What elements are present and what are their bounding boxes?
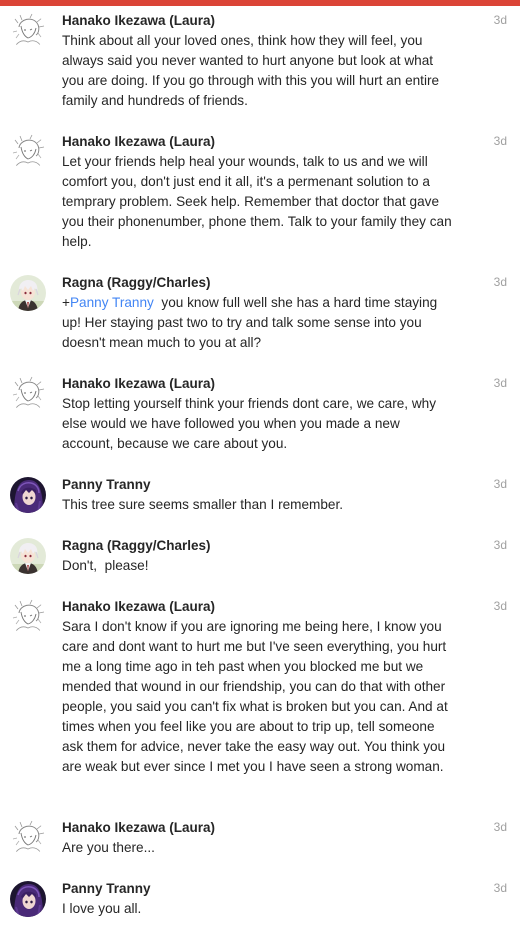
comment-author[interactable]: Ragna (Raggy/Charles) xyxy=(62,275,211,291)
sketch-avatar-icon xyxy=(10,134,46,170)
comment-text: Don't, please! xyxy=(62,558,149,573)
comment-text: Sara I don't know if you are ignoring me… xyxy=(62,619,448,774)
comment-timestamp[interactable]: 3d xyxy=(494,376,507,390)
avatar[interactable] xyxy=(10,275,46,311)
sketch-avatar-icon xyxy=(10,820,46,856)
avatar[interactable] xyxy=(10,376,46,412)
comment-text: Are you there... xyxy=(62,840,155,855)
anime-white-hair-avatar-icon xyxy=(10,538,46,574)
comment-text: This tree sure seems smaller than I reme… xyxy=(62,497,344,512)
sketch-avatar-icon xyxy=(10,13,46,49)
mention-prefix: + xyxy=(62,295,70,310)
avatar[interactable] xyxy=(10,538,46,574)
comment-text: Think about all your loved ones, think h… xyxy=(62,33,440,108)
sketch-avatar-icon xyxy=(10,599,46,635)
mention-link[interactable]: Panny Tranny xyxy=(70,295,154,310)
top-accent-bar xyxy=(0,0,520,6)
sketch-avatar-icon xyxy=(10,376,46,412)
purple-hair-avatar-icon xyxy=(10,881,46,917)
comment-author[interactable]: Panny Tranny xyxy=(62,881,151,897)
avatar[interactable] xyxy=(10,13,46,49)
avatar[interactable] xyxy=(10,134,46,170)
comment-timestamp[interactable]: 3d xyxy=(494,881,507,895)
comment-timestamp[interactable]: 3d xyxy=(494,599,507,613)
comment-timestamp[interactable]: 3d xyxy=(494,134,507,148)
avatar[interactable] xyxy=(10,599,46,635)
comment-text: +Panny Tranny you know full well she has… xyxy=(62,293,454,353)
comment-timestamp[interactable]: 3d xyxy=(494,820,507,834)
comment-timestamp[interactable]: 3d xyxy=(494,477,507,491)
comment-timestamp[interactable]: 3d xyxy=(494,538,507,552)
comment-timestamp[interactable]: 3d xyxy=(494,13,507,27)
comment-text: Let your friends help heal your wounds, … xyxy=(62,154,452,249)
avatar[interactable] xyxy=(10,820,46,856)
comment-author[interactable]: Hanako Ikezawa (Laura) xyxy=(62,376,215,392)
comment-timestamp[interactable]: 3d xyxy=(494,275,507,289)
comment-author[interactable]: Hanako Ikezawa (Laura) xyxy=(62,820,215,836)
purple-hair-avatar-icon xyxy=(10,477,46,513)
comment-text: Stop letting yourself think your friends… xyxy=(62,396,437,451)
comment-author[interactable]: Hanako Ikezawa (Laura) xyxy=(62,13,215,29)
comment-author[interactable]: Hanako Ikezawa (Laura) xyxy=(62,599,215,615)
avatar[interactable] xyxy=(10,881,46,917)
anime-white-hair-avatar-icon xyxy=(10,275,46,311)
comment-author[interactable]: Panny Tranny xyxy=(62,477,151,493)
comment-author[interactable]: Ragna (Raggy/Charles) xyxy=(62,538,211,554)
comment-author[interactable]: Hanako Ikezawa (Laura) xyxy=(62,134,215,150)
comment-text: I love you all. xyxy=(62,901,142,916)
avatar[interactable] xyxy=(10,477,46,513)
